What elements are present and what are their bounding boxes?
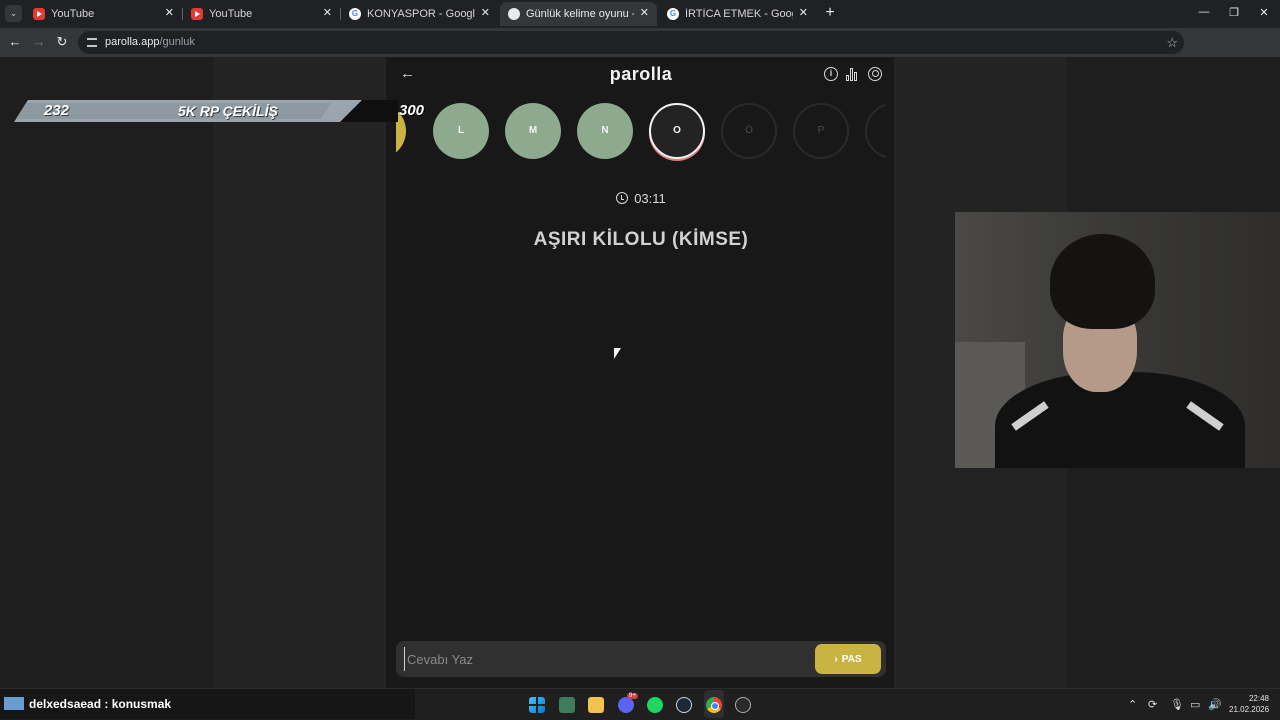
webcam-person-hair <box>1050 234 1155 329</box>
tab-label: İRTİCA ETMEK - Google'da Ara <box>685 8 793 20</box>
google-icon <box>667 8 679 20</box>
close-icon[interactable]: ✕ <box>640 6 649 19</box>
tab-search-button[interactable]: ⌄ <box>5 5 22 22</box>
chat-line: delxedsaead : konusmak <box>29 697 171 711</box>
url-path: /gunluk <box>159 36 195 48</box>
letter-bubble: Ö <box>721 103 777 159</box>
tab-youtube-2[interactable]: YouTube ✕ <box>183 2 340 26</box>
chat-username: delxedsaead <box>29 697 102 711</box>
pass-label: PAS <box>841 653 862 665</box>
letter-bubble: M <box>505 103 561 159</box>
discord-badge: 9+ <box>627 693 638 699</box>
webcam-feed <box>955 212 1280 468</box>
side-band-left <box>213 57 385 688</box>
chat-separator: : <box>101 697 112 711</box>
microphone-icon[interactable]: 🎙 <box>1170 698 1184 711</box>
close-icon[interactable]: ✕ <box>323 6 332 19</box>
chat-overlay: delxedsaead : konusmak <box>0 689 415 719</box>
letter-bubble: L <box>433 103 489 159</box>
question-text: AŞIRI KİLOLU (KİMSE) <box>533 229 749 250</box>
info-icon[interactable]: i <box>824 67 838 81</box>
chrome-icon[interactable] <box>706 697 722 713</box>
restore-icon[interactable]: ❐ <box>1227 6 1241 19</box>
tab-parolla[interactable]: Günlük kelime oyunu - parolla ✕ <box>500 2 657 26</box>
url-host: parolla.app <box>105 36 160 48</box>
chevron-up-icon[interactable]: ⌃ <box>1128 698 1137 711</box>
tab-youtube-1[interactable]: YouTube ✕ <box>25 2 182 26</box>
youtube-icon <box>33 8 45 20</box>
letter-bubble <box>865 103 886 159</box>
giveaway-count: 232 <box>44 102 70 119</box>
browser-tab-bar: ⌄ YouTube ✕ YouTube ✕ KONYASPOR - Google… <box>0 0 1280 28</box>
back-icon[interactable]: ← <box>7 34 23 50</box>
tab-konyaspor-search[interactable]: KONYASPOR - Google'da Ara ✕ <box>341 2 498 26</box>
chevron-right-icon: › <box>834 653 838 665</box>
tab-label: YouTube <box>51 8 95 20</box>
tab-label: Günlük kelime oyunu - parolla <box>526 8 634 20</box>
close-icon[interactable]: ✕ <box>165 6 174 19</box>
answer-bar: ›PAS <box>396 641 886 677</box>
url-text: parolla.app/gunluk <box>105 36 195 48</box>
letter-bubble: N <box>577 103 633 159</box>
timer-value: 03:11 <box>634 191 666 206</box>
reload-icon[interactable]: ↻ <box>54 34 70 50</box>
spotify-icon[interactable] <box>647 697 663 713</box>
address-bar[interactable]: parolla.app/gunluk ☆ <box>78 31 1184 54</box>
letter-wheel: L M N O Ö P <box>396 101 886 163</box>
answer-input[interactable] <box>404 647 804 671</box>
close-icon[interactable]: ✕ <box>799 6 808 19</box>
network-icon[interactable]: ▭ <box>1190 698 1200 711</box>
minimize-icon[interactable]: — <box>1197 6 1211 18</box>
new-tab-button[interactable]: + <box>822 4 838 22</box>
countdown-timer: 03:11 <box>386 191 896 206</box>
steam-icon[interactable] <box>676 697 692 713</box>
letter-bubble: P <box>793 103 849 159</box>
start-icon[interactable] <box>529 697 545 713</box>
forward-icon[interactable]: → <box>31 34 47 50</box>
app-icon[interactable] <box>735 697 751 713</box>
sync-icon[interactable]: ⟳ <box>1148 698 1157 711</box>
close-icon[interactable]: ✕ <box>481 6 490 19</box>
brand-logo: parolla <box>609 64 673 84</box>
tab-label: KONYASPOR - Google'da Ara <box>367 8 475 20</box>
file-explorer-icon[interactable] <box>588 697 604 713</box>
parolla-icon <box>508 8 520 20</box>
volume-icon[interactable]: 🔊 <box>1208 698 1222 711</box>
address-toolbar: ← → ↻ parolla.app/gunluk ☆ M ⋮ <box>0 28 1280 77</box>
parolla-game: ← parolla i L M N O Ö P 03:11 AŞIRI KİLO… <box>385 57 895 688</box>
mouse-cursor <box>614 348 621 359</box>
google-icon <box>349 8 361 20</box>
clock-icon <box>616 192 629 204</box>
system-clock[interactable]: 22:48 21.02.2026 <box>1229 693 1269 715</box>
clock-date: 21.02.2026 <box>1229 705 1270 714</box>
discord-icon[interactable] <box>618 697 634 713</box>
site-settings-icon[interactable] <box>87 38 97 47</box>
clock-time: 22:48 <box>1248 694 1269 703</box>
chat-badge-icon <box>4 697 24 710</box>
pass-button[interactable]: › PAS <box>815 644 881 674</box>
chat-message: konusmak <box>111 697 172 711</box>
window-close-icon[interactable]: ✕ <box>1257 6 1271 19</box>
tab-irtica-search[interactable]: İRTİCA ETMEK - Google'da Ara ✕ <box>659 2 816 26</box>
giveaway-title: 5K RP ÇEKİLİŞ <box>178 103 278 119</box>
tab-label: YouTube <box>209 8 253 20</box>
stats-icon[interactable] <box>846 67 860 81</box>
bookmark-star-icon[interactable]: ☆ <box>1166 35 1178 51</box>
youtube-icon <box>191 8 203 20</box>
app-icon[interactable] <box>559 697 575 713</box>
giveaway-goal: 300 <box>399 102 425 119</box>
user-icon[interactable] <box>868 67 882 81</box>
letter-bubble-current: O <box>649 103 705 159</box>
